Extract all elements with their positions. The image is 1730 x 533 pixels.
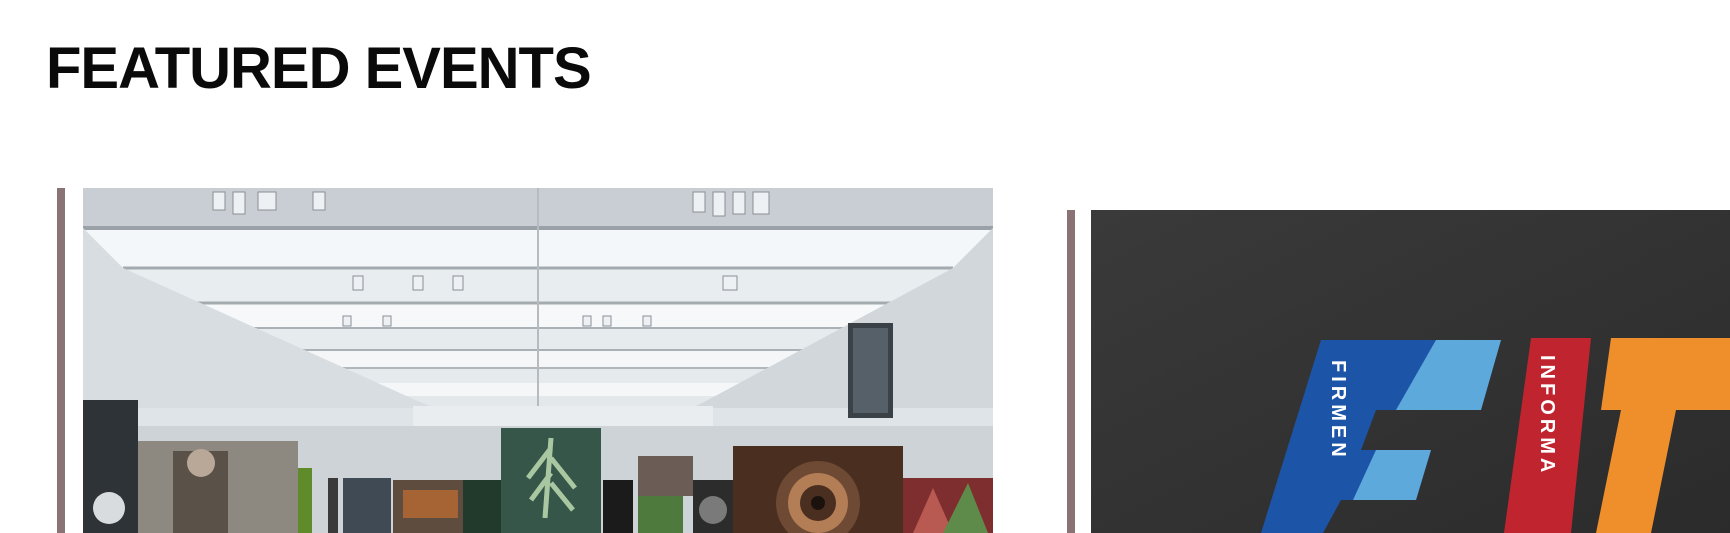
- gallery-exhibition-image[interactable]: [83, 188, 993, 533]
- event-card-accent-bar: [1067, 210, 1075, 533]
- event-card-accent-bar: [57, 188, 65, 533]
- section-title: FEATURED EVENTS: [46, 36, 592, 101]
- logo-word-firmen: FIRMEN: [1327, 360, 1349, 461]
- fit-logo-image[interactable]: FIRMEN INFORMA: [1091, 210, 1730, 533]
- event-card-2[interactable]: FIRMEN INFORMA: [1091, 210, 1730, 533]
- logo-word-informa: INFORMA: [1536, 355, 1558, 476]
- event-card-1[interactable]: [83, 188, 993, 533]
